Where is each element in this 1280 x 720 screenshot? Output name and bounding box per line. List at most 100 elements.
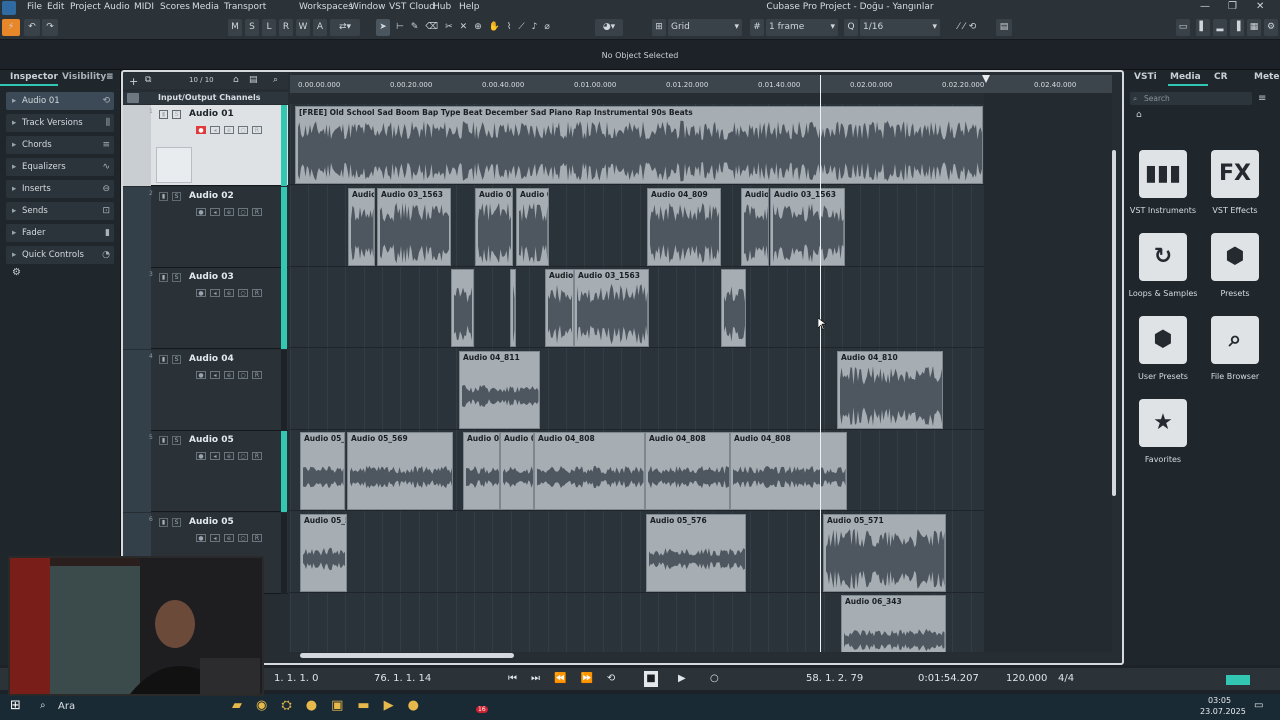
tab-vsti[interactable]: VSTi — [1134, 72, 1157, 82]
inspector-section-equalizers[interactable]: Equalizers ∿ — [6, 158, 114, 176]
track-name[interactable]: Audio 03 — [189, 272, 234, 282]
track-header-1[interactable]: 1 ▮ S Audio 01 ● ◂ e ○ R — [123, 105, 288, 186]
project-end-marker[interactable] — [982, 75, 990, 83]
add-track-preset-icon[interactable]: ⧉ — [145, 75, 151, 85]
record-button[interactable]: ○ — [710, 671, 719, 687]
track-color-strip[interactable] — [123, 268, 151, 349]
audio-event[interactable]: Audio 04_811 — [459, 350, 540, 429]
audio-event[interactable]: Audio 0 — [545, 269, 574, 347]
menu-media[interactable]: Media — [192, 2, 219, 12]
solo-button[interactable]: S — [172, 110, 181, 119]
monitor-button[interactable]: ◂ — [210, 370, 220, 379]
presets-icon[interactable]: ⬢ — [1211, 233, 1259, 281]
mute-button[interactable]: ▮ — [159, 273, 168, 282]
audio-event[interactable]: Audio 06_343 — [841, 595, 946, 652]
audio-event[interactable]: Audio 02 — [516, 187, 549, 266]
track-name[interactable]: Audio 05 — [189, 435, 234, 445]
audio-event[interactable]: Audio 05_571 — [823, 513, 946, 592]
media-tile-label[interactable]: VST Effects — [1195, 206, 1275, 215]
menu-file[interactable]: File — [27, 2, 42, 12]
mute-button[interactable]: ▮ — [159, 517, 168, 527]
tab-meter[interactable]: Meter — [1254, 72, 1280, 82]
home-icon[interactable]: ⌂ — [1136, 110, 1142, 120]
grid-type-icon[interactable]: # — [750, 19, 764, 36]
menu-audio[interactable]: Audio — [104, 2, 130, 12]
menu-vst-cloud[interactable]: VST Cloud — [389, 2, 435, 12]
track-header-5[interactable]: 5 ▮ S Audio 05 ● ◂ e ○ R — [123, 431, 288, 512]
audio-event[interactable]: Audio 03_1563 — [574, 269, 649, 347]
home-icon[interactable]: ⌂ — [233, 75, 239, 85]
record-enable-button[interactable]: ● — [196, 533, 206, 542]
record-enable-button[interactable]: ● — [196, 289, 206, 297]
edit-icon[interactable]: e — [224, 452, 234, 460]
mode-r-button[interactable]: R — [279, 19, 293, 36]
transport-buttons[interactable]: ⏮⏭⏪⏩⟲ — [508, 671, 629, 687]
object-selection-tool-icon[interactable]: ➤ — [376, 19, 390, 36]
mute-button[interactable]: ▮ — [159, 436, 168, 445]
inspector-section-inserts[interactable]: Inserts ⊖ — [6, 180, 114, 198]
menu-scores[interactable]: Scores — [160, 2, 190, 12]
track-header-4[interactable]: 4 ▮ S Audio 04 ● ◂ e ○ R — [123, 349, 288, 431]
audio-event[interactable]: Audio 05_5 — [300, 432, 345, 510]
mute-button[interactable]: ▮ — [159, 110, 168, 119]
monitor-button[interactable]: ◂ — [210, 533, 220, 542]
menu-help[interactable]: Help — [459, 2, 480, 12]
solo-button[interactable]: S — [172, 517, 181, 527]
project-cursor[interactable] — [820, 75, 821, 652]
inspector-section-audio-01[interactable]: Audio 01 ⟲ — [6, 92, 114, 110]
read-automation-button[interactable]: R — [252, 289, 262, 297]
menu-workspaces[interactable]: Workspaces — [299, 2, 353, 12]
menu-edit[interactable]: Edit — [47, 2, 64, 12]
quantize-tools[interactable]: ⁄⁄⟲ — [944, 19, 994, 36]
time-signature-display[interactable]: 4/4 — [1058, 671, 1074, 687]
edit-icon[interactable]: e — [224, 370, 234, 379]
audio-event[interactable]: Audio 05_569 — [347, 432, 453, 510]
favorites-icon[interactable]: ★ — [1139, 399, 1187, 447]
list-icon[interactable]: ▤ — [249, 75, 258, 85]
audio-event[interactable]: Audio 02 — [475, 187, 513, 266]
tab-media[interactable]: Media — [1170, 72, 1201, 82]
menu-window[interactable]: Window — [350, 2, 386, 12]
mute-button[interactable]: ▮ — [159, 354, 168, 364]
stop-button[interactable]: ■ — [644, 671, 658, 687]
snap-icon[interactable]: ⊞ — [652, 19, 666, 36]
tab-cr[interactable]: CR — [1214, 72, 1228, 82]
menu-hub[interactable]: Hub — [433, 2, 451, 12]
file-browser-icon[interactable]: ⌕ — [1211, 316, 1259, 364]
audio-event[interactable]: Audio 03_1563 — [377, 187, 451, 266]
audio-event[interactable]: Audio 0 — [741, 187, 769, 266]
power-icon[interactable]: ○ — [238, 207, 248, 216]
track-name[interactable]: Audio 05 — [189, 517, 234, 527]
taskbar-apps[interactable]: ▰◉⛭●▣▬▶● — [232, 698, 433, 713]
tab-visibility[interactable]: Visibility — [62, 72, 106, 82]
mode-l-button[interactable]: L — [262, 19, 276, 36]
read-automation-button[interactable]: R — [252, 370, 262, 379]
track-picture[interactable] — [156, 147, 192, 183]
monitor-button[interactable]: ◂ — [210, 289, 220, 297]
list-icon[interactable]: ≡ — [1258, 93, 1266, 104]
taskbar-search-label[interactable]: Ara — [58, 701, 75, 712]
quantize-select[interactable]: 1/16 ▾ — [860, 19, 940, 36]
input-output-channels-folder[interactable]: Input/Output Channels — [123, 92, 288, 104]
mode-m-button[interactable]: M — [228, 19, 242, 36]
mode-s-button[interactable]: S — [245, 19, 259, 36]
inspector-section-sends[interactable]: Sends ⊡ — [6, 202, 114, 220]
track-header-2[interactable]: 2 ▮ S Audio 02 ● ◂ e ○ R — [123, 186, 288, 268]
read-automation-button[interactable]: R — [252, 533, 262, 542]
search-icon[interactable]: ⌕ — [273, 75, 278, 85]
tempo-display[interactable]: 120.000 — [1006, 671, 1047, 687]
read-automation-button[interactable]: R — [252, 452, 262, 460]
audio-event[interactable] — [721, 269, 746, 347]
primary-time-display[interactable]: 58. 1. 2. 79 — [806, 671, 863, 687]
power-icon[interactable]: ○ — [238, 533, 248, 542]
loops-samples-icon[interactable]: ↻ — [1139, 233, 1187, 281]
track-header-3[interactable]: 3 ▮ S Audio 03 ● ◂ e ○ R — [123, 268, 288, 349]
audio-event[interactable]: Audio 05_57 — [300, 513, 347, 592]
audio-event[interactable]: Audio 04_808 — [534, 432, 645, 510]
monitor-button[interactable]: ◂ — [210, 126, 220, 134]
solo-button[interactable]: S — [172, 191, 181, 201]
right-locator[interactable]: 76. 1. 1. 14 — [374, 671, 431, 687]
close-icon[interactable]: ✕ — [1256, 1, 1264, 12]
audio-event[interactable] — [451, 269, 474, 347]
audio-event[interactable]: Audio 03_1563 — [770, 187, 845, 266]
